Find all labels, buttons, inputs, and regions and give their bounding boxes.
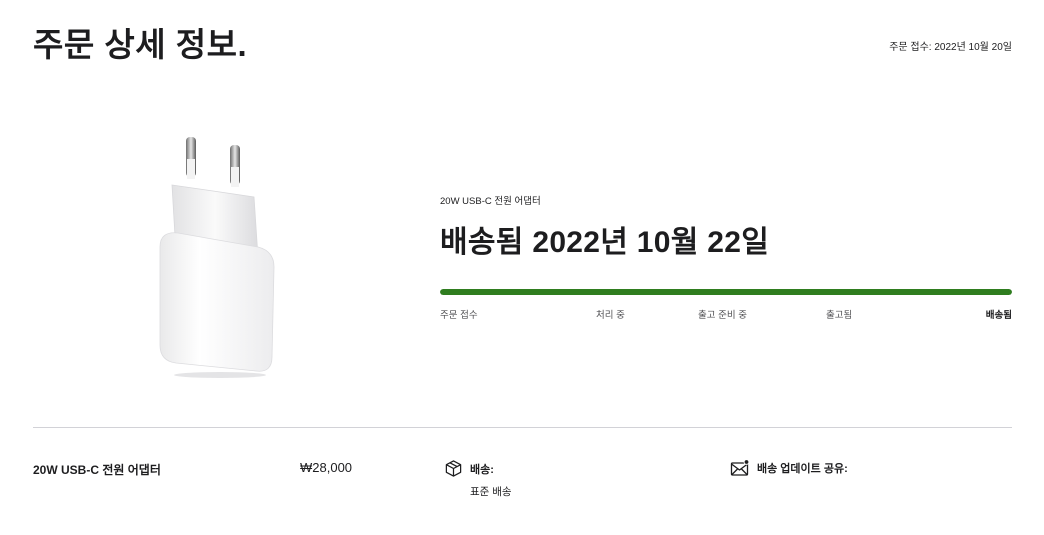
progress-bar — [440, 289, 1012, 295]
progress-steps: 주문 접수 처리 중 출고 준비 중 출고됨 배송됨 — [440, 307, 1012, 321]
step-preparing-shipment: 출고 준비 중 — [698, 310, 747, 321]
shipping-label: 배송: — [470, 463, 494, 476]
step-shipped: 출고됨 — [826, 310, 853, 321]
mail-notification-icon[interactable] — [730, 459, 750, 477]
share-updates[interactable]: 배송 업데이트 공유: — [730, 459, 848, 477]
delivery-status: 20W USB-C 전원 어댑터 배송됨 2022년 10월 22일 주문 접수… — [440, 193, 1012, 321]
step-order-received: 주문 접수 — [440, 310, 478, 321]
line-item-name: 20W USB-C 전원 어댑터 — [33, 463, 161, 477]
page-title: 주문 상세 정보. — [33, 26, 248, 63]
status-headline: 배송됨 2022년 10월 22일 — [440, 226, 770, 259]
shipping-method: 표준 배송 — [470, 486, 512, 498]
progress-bar-fill — [440, 289, 1012, 295]
share-updates-label[interactable]: 배송 업데이트 공유: — [757, 460, 848, 476]
status-product-name: 20W USB-C 전원 어댑터 — [440, 196, 541, 207]
product-image — [150, 135, 280, 380]
step-processing: 처리 중 — [596, 310, 625, 321]
package-icon — [444, 459, 463, 478]
order-date: 주문 접수: 2022년 10월 20일 — [889, 42, 1012, 53]
section-divider — [33, 427, 1012, 428]
step-delivered: 배송됨 — [985, 310, 1012, 321]
line-item-price: ₩28,000 — [300, 460, 353, 475]
order-details-page: 주문 상세 정보. 주문 접수: 2022년 10월 20일 20W USB-C… — [0, 0, 1044, 535]
shipping-info: 배송: 표준 배송 — [444, 459, 512, 499]
